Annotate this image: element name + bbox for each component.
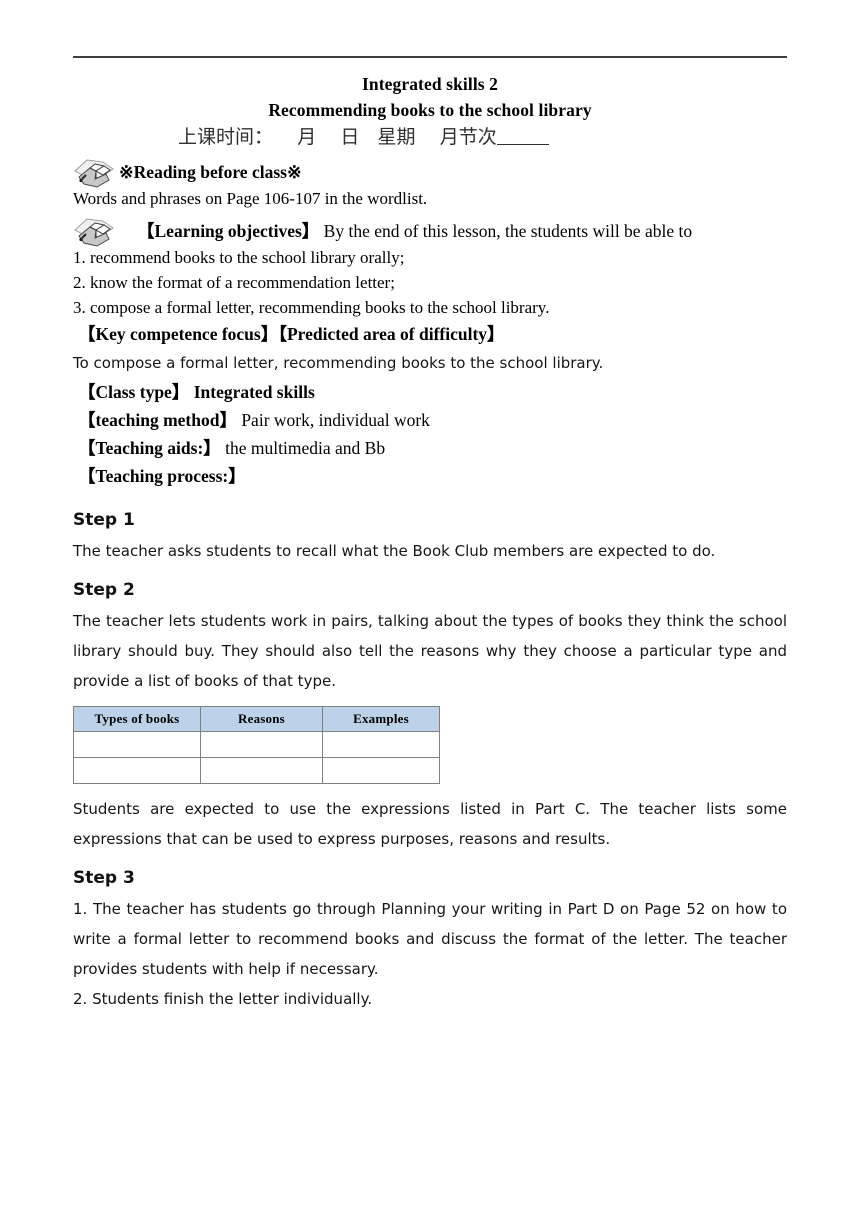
- document-page: Integrated skills 2 Recommending books t…: [0, 0, 860, 1216]
- step-2-heading: Step 2: [73, 580, 135, 600]
- step-1-paragraph: The teacher asks students to recall what…: [73, 542, 716, 560]
- teaching-aids-value: the multimedia and Bb: [225, 438, 386, 458]
- step-1-heading: Step 1: [73, 510, 135, 530]
- teaching-process-label: 【Teaching process:】: [78, 466, 246, 486]
- table-header-row: Types of books Reasons Examples: [73, 706, 440, 732]
- reading-before-class-body: Words and phrases on Page 106-107 in the…: [73, 189, 428, 208]
- header-rule: [73, 56, 787, 58]
- class-type-value: Integrated skills: [193, 382, 315, 402]
- learning-objectives-bracket: 【Learning objectives】: [137, 221, 320, 241]
- teaching-aids-label: 【Teaching aids:】: [78, 438, 221, 458]
- teaching-process-row: 【Teaching process:】: [73, 462, 787, 490]
- table-header-examples: Examples: [322, 706, 440, 732]
- objective-item-1: 1. recommend books to the school library…: [73, 248, 405, 267]
- learning-objectives-row: 【Learning objectives】 By the end of this…: [73, 215, 787, 247]
- key-competence-heading: 【Key competence focus】【Predicted area of…: [78, 324, 505, 344]
- page-subtitle: Recommending books to the school library: [268, 100, 592, 120]
- learning-objectives-rest: By the end of this lesson, the students …: [319, 221, 693, 241]
- table-cell[interactable]: [322, 757, 440, 784]
- table-cell[interactable]: [73, 731, 201, 758]
- class-time-month: 月: [297, 126, 317, 148]
- teaching-method-row: 【teaching method】 Pair work, individual …: [73, 406, 787, 434]
- table-cell[interactable]: [200, 757, 323, 784]
- class-type-label: 【Class type】: [78, 382, 190, 402]
- learning-objectives-heading: 【Learning objectives】 By the end of this…: [119, 219, 692, 245]
- class-type-row: 【Class type】 Integrated skills: [73, 378, 787, 406]
- table-row: [73, 757, 440, 784]
- books-table-wrapper: Types of books Reasons Examples: [73, 706, 787, 784]
- teaching-aids-row: 【Teaching aids:】 the multimedia and Bb: [73, 434, 787, 462]
- open-book-icon: [73, 158, 117, 188]
- table-row: [73, 731, 440, 758]
- reading-before-class-row: ※Reading before class※: [73, 156, 787, 188]
- teaching-method-value: Pair work, individual work: [241, 410, 430, 430]
- teaching-method-label: 【teaching method】: [78, 410, 237, 430]
- class-time-weekday: 星期: [377, 126, 416, 148]
- step-2-paragraph: The teacher lets students work in pairs,…: [73, 612, 787, 690]
- class-time-label: 上课时间：: [178, 126, 274, 148]
- class-time-blank-line: [496, 144, 549, 145]
- table-header-reasons: Reasons: [200, 706, 323, 732]
- table-cell[interactable]: [200, 731, 323, 758]
- key-competence-body: To compose a formal letter, recommending…: [73, 354, 604, 372]
- step-3-paragraph-1: 1. The teacher has students go through P…: [73, 900, 787, 978]
- books-table: Types of books Reasons Examples: [73, 706, 440, 784]
- table-cell[interactable]: [73, 757, 201, 784]
- class-time-line: 上课时间： 月 日 星期 月节次: [73, 123, 787, 152]
- step-3-paragraph-2: 2. Students finish the letter individual…: [73, 990, 373, 1008]
- step-3-heading: Step 3: [73, 868, 135, 888]
- step-2-after-table-paragraph: Students are expected to use the express…: [73, 800, 787, 848]
- objective-item-2: 2. know the format of a recommendation l…: [73, 273, 395, 292]
- open-book-icon: [73, 217, 117, 247]
- objective-item-3: 3. compose a formal letter, recommending…: [73, 298, 550, 317]
- reading-before-class-heading: ※Reading before class※: [119, 162, 302, 182]
- class-time-day: 日: [340, 126, 360, 148]
- class-time-period: 月节次: [439, 126, 497, 148]
- page-title: Integrated skills 2: [361, 74, 499, 94]
- table-header-types-of-books: Types of books: [73, 706, 201, 732]
- table-cell[interactable]: [322, 731, 440, 758]
- document-body: Integrated skills 2 Recommending books t…: [73, 56, 787, 1014]
